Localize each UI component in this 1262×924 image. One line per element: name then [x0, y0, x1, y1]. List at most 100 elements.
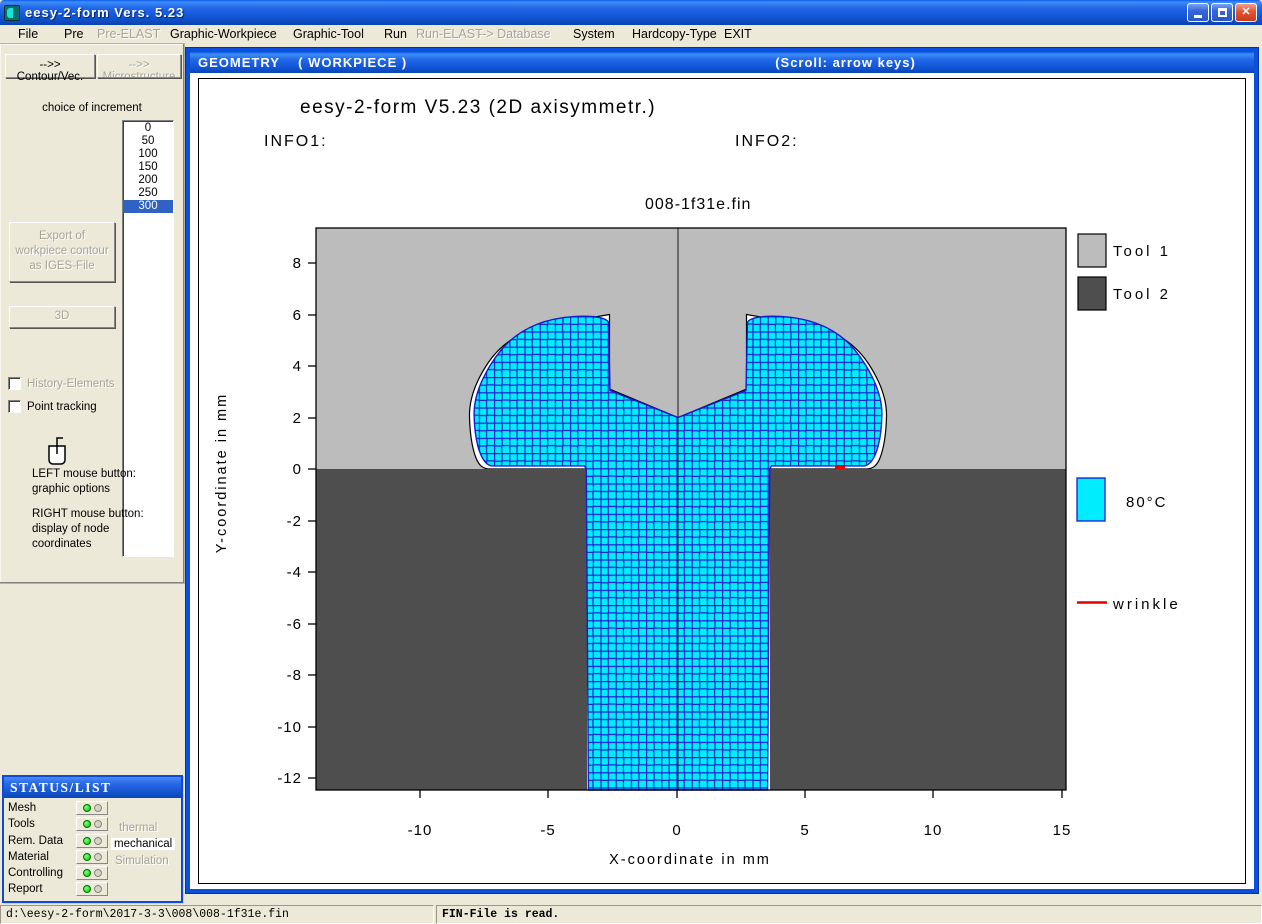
help-left-mouse-line1: LEFT mouse button: — [32, 468, 136, 480]
material-status-button[interactable] — [76, 850, 108, 864]
x-axis-tick-labels: -10 -5 0 5 10 15 — [408, 822, 1072, 839]
legend-temperature-label: 80°C — [1126, 494, 1168, 511]
statusbar-filepath: d:\eesy-2-form\2017-3-3\008\008-1f31e.fi… — [0, 905, 434, 924]
list-item[interactable]: 150 — [123, 161, 173, 174]
export-iges-button: Export of workpiece contour as IGES-File — [9, 222, 115, 282]
svg-text:-12: -12 — [277, 770, 302, 787]
history-elements-checkbox — [8, 377, 21, 390]
menu-graphic-tool[interactable]: Graphic-Tool — [293, 27, 364, 41]
status-row-mesh: Mesh — [8, 802, 36, 814]
history-elements-checkbox-row: History-Elements — [8, 377, 115, 390]
y-axis-ticks — [308, 263, 316, 778]
graph-header-title: GEOMETRY ( WORKPIECE ) — [198, 55, 407, 70]
list-item[interactable]: 0 — [123, 122, 173, 135]
legend-tool1-swatch — [1078, 234, 1106, 267]
green-led-icon — [83, 837, 91, 845]
legend-temperature-swatch — [1077, 478, 1105, 521]
export-label-line1: Export of — [10, 229, 114, 244]
svg-text:5: 5 — [800, 822, 809, 839]
tool2-region-left — [316, 469, 587, 790]
export-label-line2: workpiece contour — [10, 244, 114, 259]
x-axis-ticks — [420, 790, 1062, 798]
svg-text:15: 15 — [1053, 822, 1072, 839]
svg-text:-2: -2 — [287, 513, 302, 530]
help-right-mouse-line2: display of node — [32, 523, 109, 535]
menu-run[interactable]: Run — [384, 27, 407, 41]
minimize-button[interactable] — [1187, 3, 1209, 22]
list-item[interactable]: 250 — [123, 187, 173, 200]
svg-text:-4: -4 — [287, 564, 302, 581]
green-led-icon — [83, 853, 91, 861]
app-icon — [4, 5, 20, 21]
svg-text:10: 10 — [924, 822, 943, 839]
graph-header-scroll-hint: (Scroll: arrow keys) — [775, 55, 916, 70]
increment-listbox[interactable]: 0 50 100 150 200 250 300 — [122, 120, 174, 557]
status-row-controlling: Controlling — [8, 867, 63, 879]
statusbar-message: FIN-File is read. — [436, 905, 1262, 924]
plot-canvas[interactable]: eesy-2-form V5.23 (2D axisymmetr.) INFO1… — [190, 73, 1254, 889]
title-bar: eesy-2-form Vers. 5.23 ✕ — [0, 0, 1262, 25]
window-title: eesy-2-form Vers. 5.23 — [25, 5, 184, 20]
menu-graphic-workpiece[interactable]: Graphic-Workpiece — [170, 27, 277, 41]
gray-led-icon — [94, 885, 102, 893]
controlling-status-button[interactable] — [76, 866, 108, 880]
svg-text:-5: -5 — [540, 822, 555, 839]
graph-window-header: GEOMETRY ( WORKPIECE ) (Scroll: arrow ke… — [190, 52, 1254, 73]
menu-pre-elast: Pre-ELAST — [97, 27, 160, 41]
report-status-button[interactable] — [76, 882, 108, 896]
close-button[interactable]: ✕ — [1235, 3, 1257, 22]
gray-led-icon — [94, 837, 102, 845]
rem-data-status-button[interactable] — [76, 834, 108, 848]
gray-led-icon — [94, 869, 102, 877]
increment-label: choice of increment — [0, 102, 184, 114]
contour-vec-button[interactable]: -->> Contour/Vec. — [5, 54, 95, 78]
status-panel-title: STATUS/LIST — [4, 777, 181, 798]
svg-text:-10: -10 — [408, 822, 433, 839]
menu-file[interactable]: File — [18, 27, 38, 41]
history-elements-label: History-Elements — [27, 378, 115, 390]
list-item[interactable]: 200 — [123, 174, 173, 187]
tools-status-button[interactable] — [76, 817, 108, 831]
status-row-material: Material — [8, 851, 49, 863]
status-row-report: Report — [8, 883, 43, 895]
menu-pre[interactable]: Pre — [64, 27, 83, 41]
microstructure-button: -->> Microstructure — [97, 54, 181, 78]
gray-led-icon — [94, 820, 102, 828]
mouse-icon — [43, 432, 73, 470]
svg-text:4: 4 — [293, 358, 302, 375]
green-led-icon — [83, 820, 91, 828]
mode-thermal: thermal — [119, 822, 157, 834]
svg-text:2: 2 — [293, 410, 302, 427]
menu-system[interactable]: System — [573, 27, 615, 41]
green-led-icon — [83, 804, 91, 812]
simulation-plot[interactable]: eesy-2-form V5.23 (2D axisymmetr.) INFO1… — [190, 73, 1254, 889]
mesh-status-button[interactable] — [76, 801, 108, 815]
plot-title: eesy-2-form V5.23 (2D axisymmetr.) — [300, 97, 656, 118]
point-tracking-label: Point tracking — [27, 401, 97, 413]
list-item-selected[interactable]: 300 — [123, 200, 173, 213]
svg-text:0: 0 — [293, 461, 302, 478]
list-item[interactable]: 100 — [123, 148, 173, 161]
point-tracking-checkbox-row[interactable]: Point tracking — [8, 400, 97, 413]
menu-hardcopy-type[interactable]: Hardcopy-Type — [632, 27, 717, 41]
gray-led-icon — [94, 804, 102, 812]
menu-database: --> Database — [478, 27, 551, 41]
green-led-icon — [83, 885, 91, 893]
wrinkle-mark — [835, 465, 845, 469]
maximize-icon — [1218, 8, 1227, 17]
point-tracking-checkbox[interactable] — [8, 400, 21, 413]
svg-text:-6: -6 — [287, 616, 302, 633]
maximize-button[interactable] — [1211, 3, 1233, 22]
svg-text:-8: -8 — [287, 667, 302, 684]
mode-mechanical: mechanical — [111, 838, 175, 850]
legend-tool1-label: Tool 1 — [1113, 243, 1171, 260]
tool2-region-right — [770, 469, 1066, 790]
sidebar: -->> Contour/Vec. -->> Microstructure ch… — [0, 44, 184, 583]
list-item[interactable]: 50 — [123, 135, 173, 148]
menu-exit[interactable]: EXIT — [724, 27, 752, 41]
legend-tool2-label: Tool 2 — [1113, 286, 1171, 303]
status-row-tools: Tools — [8, 818, 35, 830]
menu-bar: File Pre Pre-ELAST Graphic-Workpiece Gra… — [0, 25, 1262, 44]
minimize-icon — [1194, 15, 1202, 18]
gray-led-icon — [94, 853, 102, 861]
